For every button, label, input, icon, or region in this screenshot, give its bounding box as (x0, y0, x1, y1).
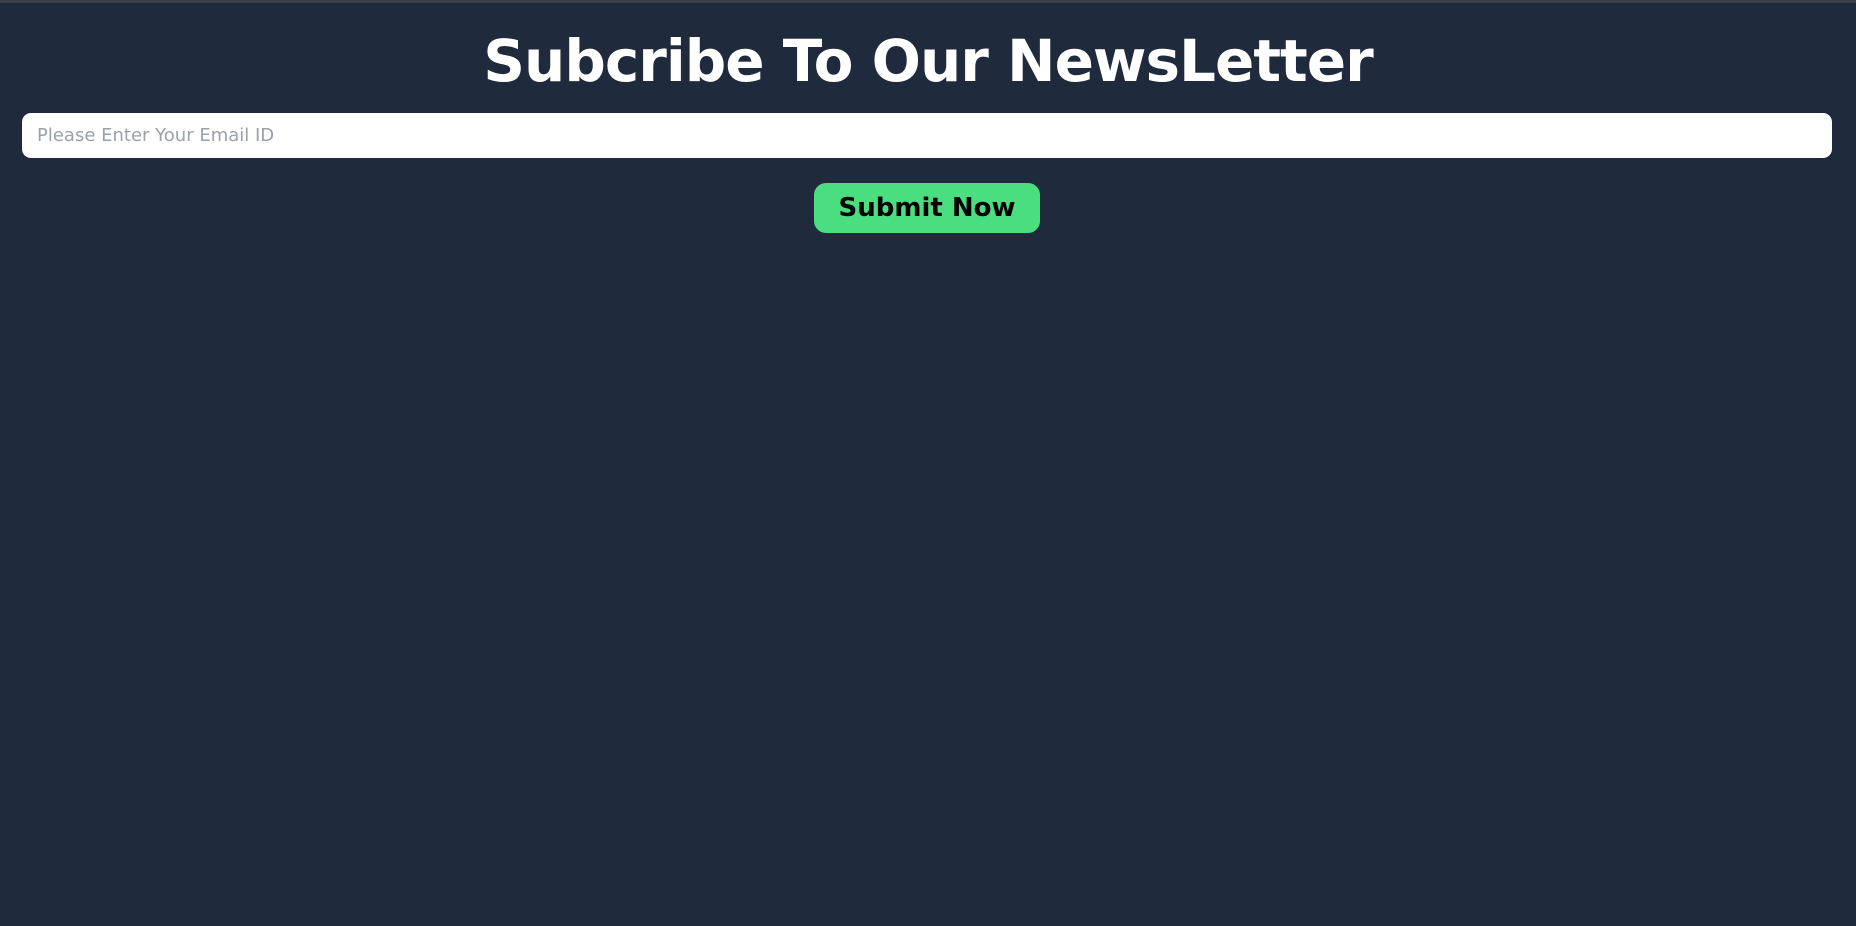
email-field[interactable] (22, 113, 1832, 158)
submit-button[interactable]: Submit Now (814, 183, 1040, 233)
page-title: Subcribe To Our NewsLetter (483, 27, 1373, 95)
newsletter-section: Subcribe To Our NewsLetter Submit Now (0, 0, 1856, 926)
